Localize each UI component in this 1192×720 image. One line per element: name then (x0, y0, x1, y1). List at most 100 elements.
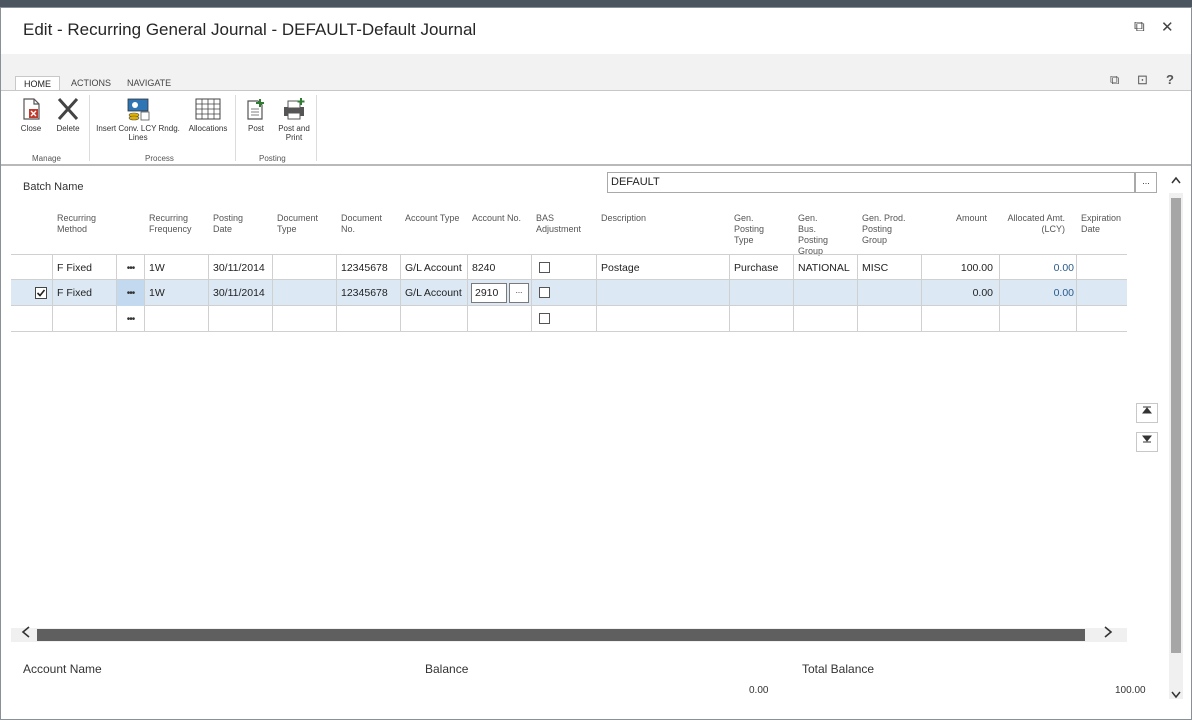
row-selector[interactable] (11, 255, 53, 281)
cell-document-type[interactable] (273, 306, 337, 332)
row-selector[interactable] (11, 280, 53, 306)
tab-actions[interactable]: ACTIONS (63, 76, 119, 91)
cell-account-no[interactable] (468, 306, 532, 332)
fullscreen-icon[interactable]: ⊡ (1137, 72, 1148, 88)
cell-amount[interactable]: 0.00 (922, 280, 1000, 306)
cell-expiration-date[interactable] (1077, 280, 1127, 306)
col-header-description[interactable]: Description (601, 213, 721, 224)
cell-expiration-date[interactable] (1077, 255, 1127, 281)
row-selected-checkbox-icon[interactable] (35, 287, 47, 299)
batch-name-lookup-button[interactable]: ... (1135, 172, 1157, 193)
col-header-amount[interactable]: Amount (931, 213, 987, 224)
cell-document-type[interactable] (273, 280, 337, 306)
cell-recurring-frequency[interactable] (145, 306, 209, 332)
bas-adjustment-checkbox[interactable] (539, 262, 550, 273)
cell-posting-date[interactable]: 30/11/2014 (209, 255, 273, 281)
col-header-expiration-date[interactable]: Expiration Date (1081, 213, 1127, 235)
cell-gen-prod-posting-group[interactable] (858, 280, 922, 306)
tab-navigate[interactable]: NAVIGATE (119, 76, 179, 91)
scroll-to-bottom-button[interactable] (1136, 432, 1158, 452)
insert-conv-lcy-rndg-lines-button[interactable]: Insert Conv. LCY Rndg. Lines (92, 97, 184, 142)
cell-recurring-method[interactable] (53, 306, 117, 332)
cell-gen-bus-posting-group[interactable] (794, 280, 858, 306)
cell-gen-posting-type[interactable]: Purchase (730, 255, 794, 281)
cell-allocated-amt[interactable]: 0.00 (1000, 280, 1077, 306)
cell-gen-bus-posting-group[interactable] (794, 306, 858, 332)
cell-recurring-frequency[interactable]: 1W (145, 255, 209, 281)
restore-icon[interactable]: ⧉ (1134, 18, 1145, 35)
ellipsis-icon[interactable]: ••• (127, 314, 135, 325)
cell-recurring-method[interactable]: F Fixed (53, 255, 117, 281)
table-row-new[interactable]: ••• (11, 306, 1127, 332)
col-header-allocated-amt[interactable]: Allocated Amt. (LCY) (1001, 213, 1065, 235)
cell-description[interactable]: Postage (597, 255, 730, 281)
cell-document-no[interactable]: 12345678 (337, 280, 401, 306)
translate-icon[interactable]: ⧉ (1110, 72, 1119, 88)
col-header-document-no[interactable]: Document No. (341, 213, 397, 235)
cell-account-type[interactable]: G/L Account (401, 255, 468, 281)
cell-gen-posting-type[interactable] (730, 280, 794, 306)
ellipsis-icon[interactable]: ••• (127, 288, 135, 299)
post-and-print-button[interactable]: Post and Print (274, 97, 314, 142)
col-header-document-type[interactable]: Document Type (277, 213, 333, 235)
col-header-gen-prod-posting-group[interactable]: Gen. Prod. Posting Group (862, 213, 912, 246)
close-doc-icon (23, 98, 40, 120)
scroll-up-icon[interactable] (1169, 176, 1183, 187)
col-header-posting-date[interactable]: Posting Date (213, 213, 261, 235)
cell-document-type[interactable] (273, 255, 337, 281)
cell-allocated-amt[interactable] (1000, 306, 1077, 332)
post-button[interactable]: Post (241, 97, 271, 133)
cell-document-no[interactable] (337, 306, 401, 332)
bas-adjustment-checkbox[interactable] (539, 287, 550, 298)
scroll-to-top-button[interactable] (1136, 403, 1158, 423)
col-header-account-no[interactable]: Account No. (472, 213, 524, 224)
cell-amount[interactable]: 100.00 (922, 255, 1000, 281)
cell-account-type[interactable]: G/L Account (401, 280, 468, 306)
col-header-gen-bus-posting-group[interactable]: Gen. Bus. Posting Group (798, 213, 838, 257)
row-menu-icon[interactable]: ••• (117, 280, 145, 306)
cell-document-no[interactable]: 12345678 (337, 255, 401, 281)
tab-home[interactable]: HOME (15, 76, 60, 91)
scroll-left-icon[interactable] (21, 626, 31, 641)
cell-allocated-amt[interactable]: 0.00 (1000, 255, 1077, 281)
delete-button[interactable]: Delete (51, 97, 85, 133)
vertical-scrollbar-thumb[interactable] (1171, 198, 1181, 653)
close-button[interactable]: Close (15, 97, 47, 133)
col-header-bas-adjustment[interactable]: BAS Adjustment (536, 213, 596, 235)
account-no-input[interactable]: 2910 (471, 283, 507, 303)
row-selector[interactable] (11, 306, 53, 332)
row-menu-icon[interactable]: ••• (117, 306, 145, 332)
cell-gen-posting-type[interactable] (730, 306, 794, 332)
horizontal-scrollbar-thumb[interactable] (37, 629, 1085, 641)
col-header-account-type[interactable]: Account Type (405, 213, 461, 224)
help-icon[interactable]: ? (1166, 72, 1174, 87)
cell-account-type[interactable] (401, 306, 468, 332)
cell-gen-prod-posting-group[interactable] (858, 306, 922, 332)
ellipsis-icon[interactable]: ••• (127, 263, 135, 274)
table-row[interactable]: F Fixed ••• 1W 30/11/2014 12345678 G/L A… (11, 254, 1127, 281)
batch-name-input[interactable]: DEFAULT (607, 172, 1135, 193)
cell-recurring-method[interactable]: F Fixed (53, 280, 117, 306)
cell-amount[interactable] (922, 306, 1000, 332)
allocations-button[interactable]: Allocations (185, 97, 231, 133)
cell-posting-date[interactable] (209, 306, 273, 332)
cell-posting-date[interactable]: 30/11/2014 (209, 280, 273, 306)
cell-expiration-date[interactable] (1077, 306, 1127, 332)
cell-description[interactable] (597, 280, 730, 306)
table-row[interactable]: F Fixed ••• 1W 30/11/2014 12345678 G/L A… (11, 280, 1127, 306)
cell-account-no[interactable]: 8240 (468, 255, 532, 281)
account-no-lookup-button[interactable]: ... (509, 283, 529, 303)
cell-gen-bus-posting-group[interactable]: NATIONAL (794, 255, 858, 281)
row-menu-icon[interactable]: ••• (117, 255, 145, 281)
bas-adjustment-checkbox[interactable] (539, 313, 550, 324)
col-header-gen-posting-type[interactable]: Gen. Posting Type (734, 213, 774, 246)
cell-gen-prod-posting-group[interactable]: MISC (858, 255, 922, 281)
cell-recurring-frequency[interactable]: 1W (145, 280, 209, 306)
col-header-recurring-frequency[interactable]: Recurring Frequency (149, 213, 205, 235)
scroll-right-icon[interactable] (1103, 626, 1113, 641)
scroll-down-icon[interactable] (1169, 691, 1183, 702)
cell-bas-adjustment (532, 255, 597, 281)
cell-description[interactable] (597, 306, 730, 332)
close-window-icon[interactable]: ✕ (1161, 18, 1174, 36)
col-header-recurring-method[interactable]: Recurring Method (57, 213, 117, 235)
